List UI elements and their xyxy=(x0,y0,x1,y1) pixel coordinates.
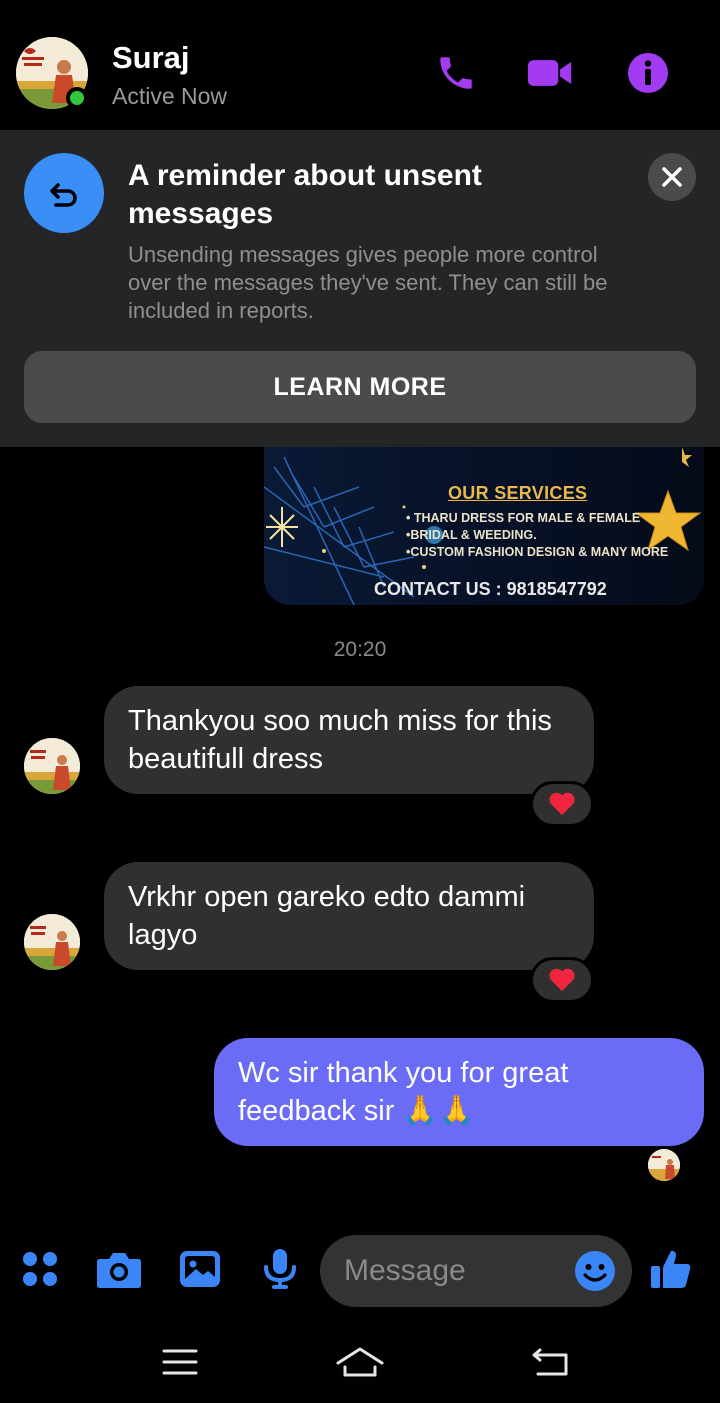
menu-lines-icon[interactable] xyxy=(155,1342,205,1382)
apps-grid-icon[interactable] xyxy=(17,1246,63,1292)
info-icon[interactable] xyxy=(625,50,671,96)
thumbs-up-icon[interactable] xyxy=(648,1246,694,1292)
video-camera-icon[interactable] xyxy=(527,50,573,96)
undo-icon xyxy=(24,153,104,233)
learn-more-button[interactable]: LEARN MORE xyxy=(24,351,696,423)
chat-header: Suraj Active Now xyxy=(0,0,720,130)
outgoing-message[interactable]: Wc sir thank you for great feedback sir … xyxy=(214,1038,704,1146)
image-contact: CONTACT US : 9818547792 xyxy=(374,579,607,599)
image-heading: OUR SERVICES xyxy=(448,483,588,503)
sender-avatar[interactable] xyxy=(24,738,80,794)
microphone-icon[interactable] xyxy=(257,1246,303,1292)
banner-title: A reminder about unsent messages xyxy=(128,159,482,230)
system-navigation-bar xyxy=(0,1320,720,1403)
sender-avatar[interactable] xyxy=(24,914,80,970)
phone-icon[interactable] xyxy=(433,50,479,96)
banner-body: Unsending messages gives people more con… xyxy=(128,242,608,323)
image-service-line: • THARU DRESS FOR MALE & FEMALE xyxy=(406,511,641,525)
contact-status: Active Now xyxy=(112,83,228,109)
camera-icon[interactable] xyxy=(96,1246,142,1292)
back-icon[interactable] xyxy=(524,1342,574,1382)
seen-receipt-avatar xyxy=(648,1149,680,1181)
star-icon xyxy=(634,489,702,552)
heart-reaction-icon[interactable] xyxy=(530,957,594,1003)
gallery-icon[interactable] xyxy=(177,1246,223,1292)
close-icon[interactable] xyxy=(648,153,696,201)
image-service-line: •BRIDAL & WEEDING. xyxy=(406,528,537,542)
message-input[interactable] xyxy=(344,1235,564,1307)
unsent-reminder-banner: A reminder about unsent messages Unsendi… xyxy=(0,130,720,447)
message-timestamp: 20:20 xyxy=(333,638,387,661)
heart-reaction-icon[interactable] xyxy=(530,781,594,827)
message-input-container xyxy=(320,1235,632,1307)
emoji-icon[interactable] xyxy=(574,1250,616,1292)
shared-image[interactable]: OUR SERVICES • THARU DRESS FOR MALE & FE… xyxy=(264,447,704,605)
home-icon[interactable] xyxy=(335,1342,385,1382)
incoming-message[interactable]: Vrkhr open gareko edto dammi lagyo xyxy=(104,862,594,970)
contact-name[interactable]: Suraj xyxy=(112,40,190,76)
online-indicator xyxy=(66,87,88,109)
image-service-line: •CUSTOM FASHION DESIGN & MANY MORE xyxy=(406,545,669,559)
snowflake-icon xyxy=(266,507,298,547)
incoming-message[interactable]: Thankyou soo much miss for this beautifu… xyxy=(104,686,594,794)
